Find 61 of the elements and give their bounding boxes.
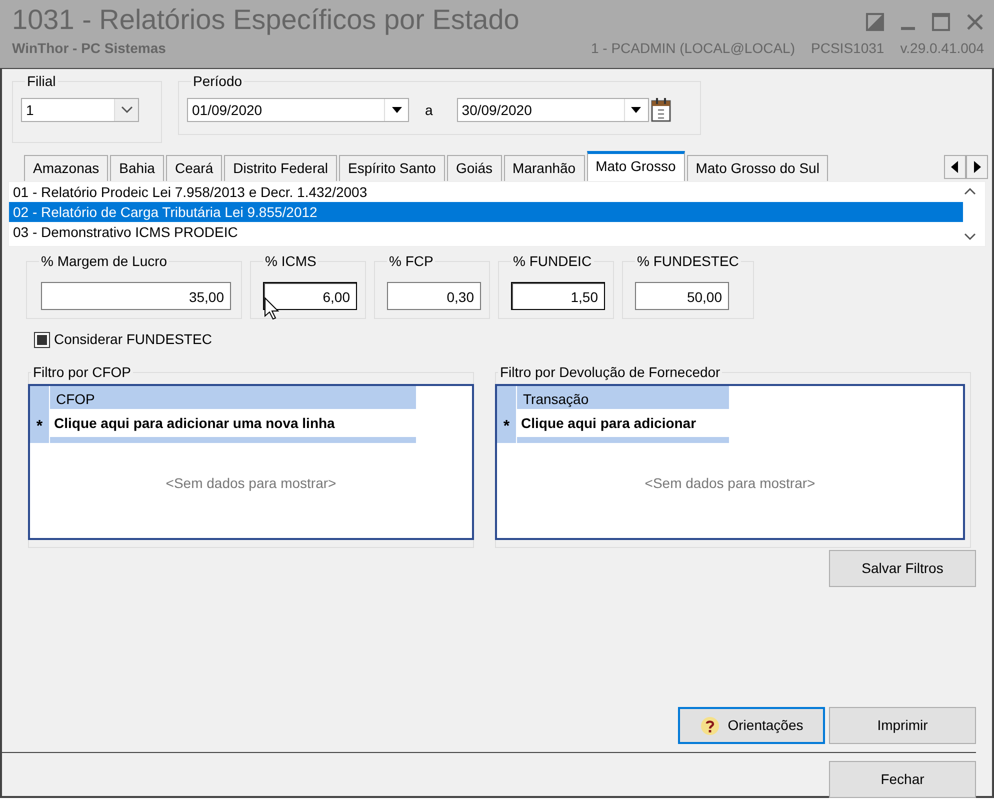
state-tab[interactable]: Goiás: [446, 155, 502, 181]
column-header[interactable]: CFOP: [50, 386, 416, 410]
field-label: % FCP: [387, 253, 436, 269]
separator-text: a: [425, 100, 433, 120]
maximize-icon[interactable]: [932, 13, 950, 31]
calendar-icon[interactable]: [648, 97, 673, 123]
report-item[interactable]: 01 - Relatório Prodeic Lei 7.958/2013 e Decr. 1.432/2003: [9, 182, 963, 202]
help-button[interactable]: Orientações: [678, 707, 825, 744]
scroll-right-icon[interactable]: [966, 155, 988, 179]
date-from-field[interactable]: 01/09/2020: [187, 98, 409, 122]
close-icon[interactable]: [966, 13, 984, 31]
empty-message: <Sem dados para mostrar>: [644, 474, 816, 493]
field-label: % FUNDESTEC: [635, 253, 741, 269]
program-code: PCSIS1031: [811, 39, 884, 58]
window-subtitle: WinThor - PC Sistemas: [12, 39, 166, 58]
state-tab[interactable]: Mato Grosso do Sul: [686, 155, 828, 181]
state-tab[interactable]: Bahia: [110, 155, 164, 181]
date-to-field[interactable]: 30/09/2020: [456, 98, 649, 122]
question-icon: [700, 716, 720, 736]
field-label: % Margem de Lucro: [39, 253, 170, 269]
percent-field[interactable]: 1,50: [511, 282, 605, 310]
state-tab[interactable]: Amazonas: [24, 155, 108, 181]
print-button[interactable]: Imprimir: [829, 707, 976, 744]
dropdown-arrow-icon[interactable]: [392, 107, 402, 113]
filial-dropdown[interactable]: 1: [21, 98, 139, 122]
new-row-prompt[interactable]: Clique aqui para adicionar uma nova linha: [50, 410, 416, 443]
checkbox[interactable]: [34, 332, 50, 348]
user-info: 1 - PCADMIN (LOCAL@LOCAL): [590, 39, 796, 58]
new-row-marker: *: [30, 410, 50, 443]
state-tab[interactable]: Maranhão: [504, 155, 585, 181]
save-filters-button[interactable]: Salvar Filtros: [829, 550, 976, 587]
filter-title: Filtro por Devolução de Fornecedor: [498, 364, 722, 380]
percent-field[interactable]: 6,00: [263, 282, 357, 310]
empty-message: <Sem dados para mostrar>: [164, 474, 338, 493]
state-tab[interactable]: Ceará: [166, 155, 222, 181]
scroll-down-icon[interactable]: [963, 232, 977, 242]
state-tab[interactable]: Espírito Santo: [339, 155, 445, 181]
periodo-label: Período: [191, 73, 244, 89]
new-row-marker: *: [497, 410, 517, 443]
scroll-left-icon[interactable]: [944, 155, 966, 179]
version-text: v.29.0.41.004: [900, 39, 984, 58]
filial-label: Filial: [25, 73, 58, 89]
column-header[interactable]: Transação: [517, 386, 729, 410]
field-label: % FUNDEIC: [511, 253, 594, 269]
new-row-prompt[interactable]: Clique aqui para adicionar: [517, 410, 729, 443]
scroll-up-icon[interactable]: [963, 186, 977, 196]
percent-field[interactable]: 35,00: [41, 282, 231, 310]
state-tab[interactable]: Distrito Federal: [224, 155, 338, 181]
filter-title: Filtro por CFOP: [31, 364, 134, 380]
dropdown-arrow-icon[interactable]: [631, 107, 642, 113]
percent-field[interactable]: 50,00: [635, 282, 729, 310]
checkbox-label: Considerar FUNDESTEC: [54, 330, 212, 349]
state-tab[interactable]: Mato Grosso: [586, 151, 685, 181]
report-item[interactable]: 03 - Demonstrativo ICMS PRODEIC: [9, 222, 963, 242]
percent-field[interactable]: 0,30: [387, 282, 481, 310]
cursor-icon: [264, 297, 280, 321]
window-title: 1031 - Relatórios Específicos por Estado: [12, 3, 520, 37]
restore-icon[interactable]: [866, 13, 884, 31]
report-item[interactable]: 02 - Relatório de Carga Tributária Lei 9.855/2012: [9, 202, 963, 222]
field-label: % ICMS: [263, 253, 318, 269]
close-button[interactable]: Fechar: [829, 761, 976, 798]
